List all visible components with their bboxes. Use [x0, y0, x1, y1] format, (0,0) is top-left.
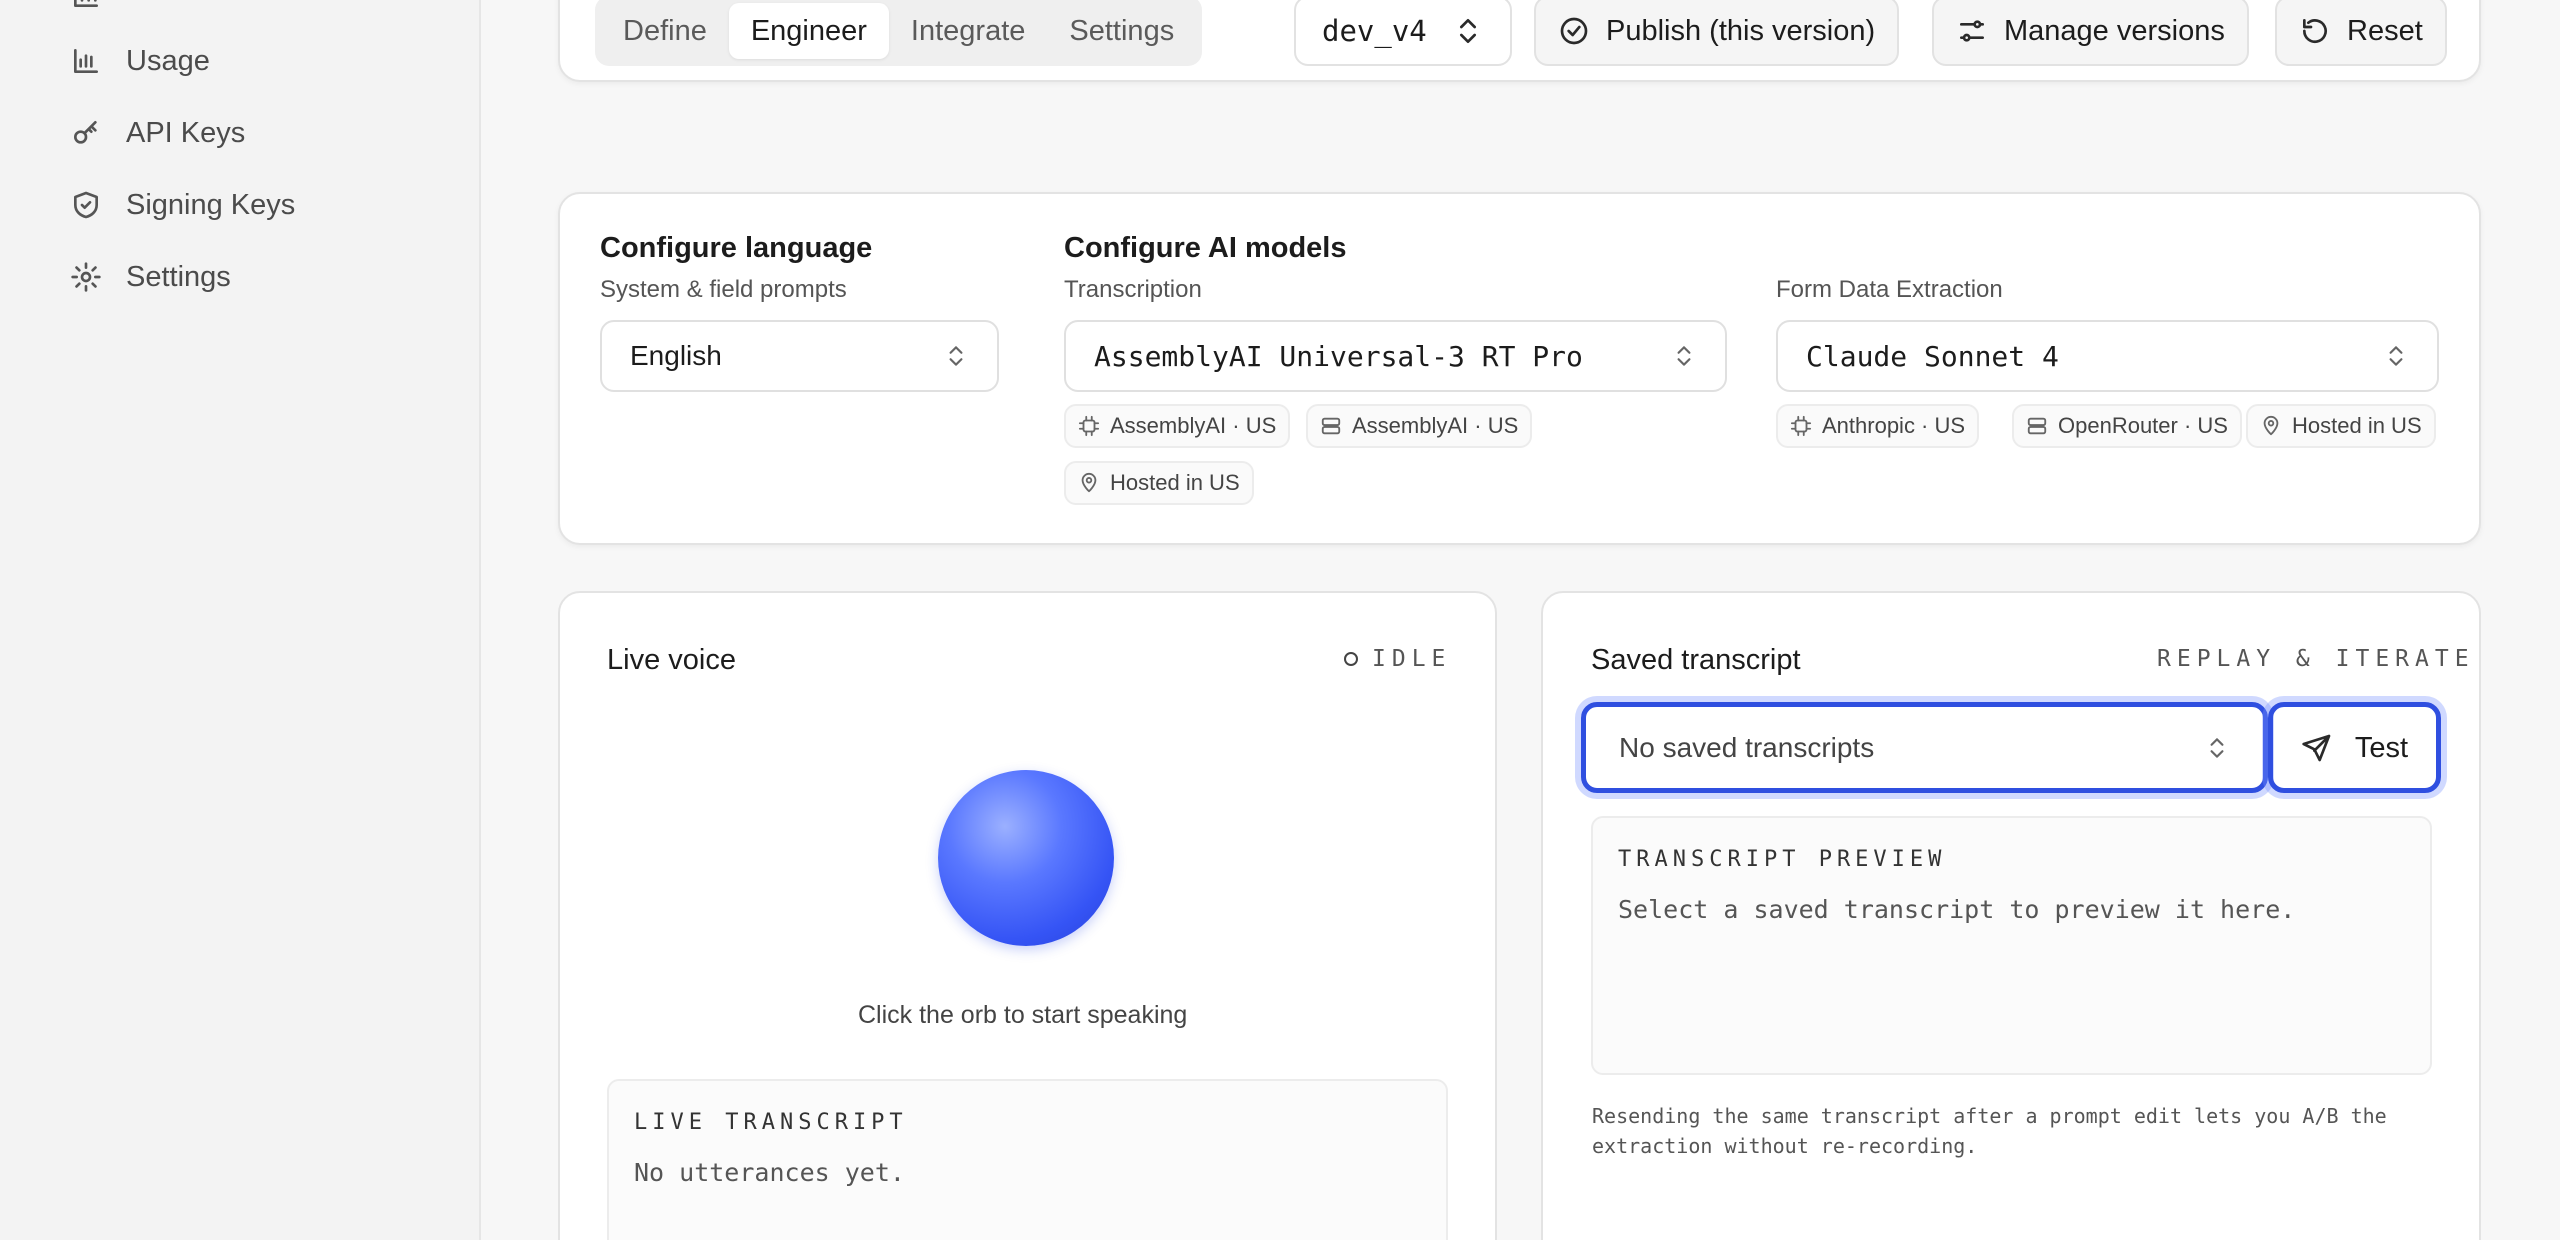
- replay-tag: REPLAY & ITERATE: [2157, 646, 2475, 672]
- status-badge: IDLE: [1344, 646, 1451, 672]
- tab-bar: Define Engineer Integrate Settings: [595, 0, 1203, 66]
- sidebar-item-label: Settings: [126, 260, 231, 293]
- server-icon: [2027, 417, 2047, 435]
- sidebar-item-label: API Keys: [126, 116, 246, 149]
- sidebar-item-signing-keys[interactable]: Signing Keys: [70, 180, 295, 230]
- test-label: Test: [2354, 731, 2409, 764]
- gear-icon: [71, 262, 101, 292]
- extraction-value: Claude Sonnet 4: [1806, 339, 2059, 373]
- chip-hosting: Hosted in US: [2246, 404, 2436, 448]
- chip-icon: [1078, 415, 1100, 437]
- live-transcript-label: LIVE TRANSCRIPT: [634, 1110, 908, 1135]
- saved-transcript-select[interactable]: No saved transcripts: [1591, 712, 2258, 784]
- chip-server: AssemblyAI · US: [1306, 404, 1533, 448]
- language-value: English: [630, 340, 722, 371]
- reset-icon: [2302, 19, 2327, 44]
- sliders-icon: [1960, 20, 1984, 42]
- shield-icon: [74, 191, 98, 219]
- transcript-preview-label: TRANSCRIPT PREVIEW: [1618, 847, 1947, 872]
- sidebar-item-label: Usage: [126, 44, 210, 77]
- voice-orb[interactable]: [938, 770, 1114, 946]
- live-voice-title: Live voice: [607, 644, 736, 676]
- chip-label: Hosted in US: [2292, 413, 2422, 438]
- tab-engineer[interactable]: Engineer: [728, 3, 889, 59]
- chip-label: Anthropic · US: [1822, 413, 1966, 438]
- key-icon: [74, 121, 97, 144]
- chevron-updown-icon: [2389, 346, 2403, 366]
- chip-label: Hosted in US: [1110, 470, 1240, 495]
- config-card: Configure language System & field prompt…: [558, 192, 2481, 545]
- transcription-value: AssemblyAI Universal-3 RT Pro: [1094, 339, 1583, 373]
- saved-transcript-value: No saved transcripts: [1619, 732, 1875, 763]
- sidebar: Usage API Keys Signing Keys Settings: [0, 0, 481, 1240]
- chip-server: OpenRouter · US: [2012, 404, 2242, 448]
- chevron-updown-icon: [1677, 346, 1691, 366]
- sidebar-item-api-keys[interactable]: API Keys: [70, 108, 245, 158]
- manage-versions-label: Manage versions: [2004, 14, 2225, 47]
- version-select[interactable]: dev_v4: [1294, 0, 1512, 66]
- chip-icon: [1790, 415, 1812, 437]
- ab-note: Resending the same transcript after a pr…: [1592, 1104, 2387, 1158]
- sidebar-item-usage[interactable]: Usage: [70, 36, 210, 86]
- live-transcript-text: No utterances yet.: [634, 1158, 905, 1187]
- manage-versions-button[interactable]: Manage versions: [1932, 0, 2249, 66]
- language-select[interactable]: English: [600, 320, 999, 392]
- reset-button[interactable]: Reset: [2275, 0, 2447, 66]
- publish-button[interactable]: Publish (this version): [1534, 0, 1900, 66]
- chip-label: AssemblyAI · US: [1352, 413, 1519, 438]
- transcript-preview-text: Select a saved transcript to preview it …: [1618, 895, 2296, 924]
- test-button[interactable]: Test: [2278, 712, 2431, 784]
- chip-label: OpenRouter · US: [2058, 413, 2228, 438]
- sidebar-item-settings[interactable]: Settings: [70, 252, 231, 302]
- saved-transcript-title: Saved transcript: [1591, 644, 1801, 676]
- map-pin-icon: [1081, 472, 1097, 493]
- send-icon: [2302, 734, 2331, 762]
- orb-caption: Click the orb to start speaking: [858, 1001, 1188, 1029]
- language-subtitle: System & field prompts: [600, 276, 847, 303]
- chip-provider: Anthropic · US: [1776, 404, 1980, 448]
- tab-settings[interactable]: Settings: [1047, 3, 1196, 59]
- chevron-updown-icon: [1460, 19, 1476, 43]
- extraction-select[interactable]: Claude Sonnet 4: [1776, 320, 2439, 392]
- bar-chart-icon: [74, 49, 98, 73]
- sidebar-item-partial[interactable]: [70, 0, 102, 20]
- publish-label: Publish (this version): [1606, 14, 1876, 47]
- tab-define[interactable]: Define: [601, 3, 729, 59]
- chip-label: AssemblyAI · US: [1110, 413, 1277, 438]
- transcription-select[interactable]: AssemblyAI Universal-3 RT Pro: [1064, 320, 1727, 392]
- server-icon: [1321, 417, 1341, 435]
- chip-provider: AssemblyAI · US: [1064, 404, 1291, 448]
- version-value: dev_v4: [1322, 14, 1427, 48]
- chevron-updown-icon: [2210, 738, 2224, 758]
- chevron-updown-icon: [949, 346, 963, 366]
- bar-chart-icon: [74, 0, 98, 7]
- sidebar-item-label: Signing Keys: [126, 188, 296, 221]
- transcription-label: Transcription: [1064, 276, 1202, 303]
- idle-dot-icon: [1344, 652, 1358, 666]
- chip-hosting: Hosted in US: [1064, 461, 1254, 505]
- check-circle-icon: [1560, 17, 1588, 45]
- tab-integrate[interactable]: Integrate: [889, 3, 1047, 59]
- extraction-label: Form Data Extraction: [1776, 276, 2003, 303]
- map-pin-icon: [2263, 415, 2279, 436]
- language-title: Configure language: [600, 232, 873, 264]
- toolbar: Define Engineer Integrate Settings dev_v…: [558, 0, 2481, 82]
- status-text: IDLE: [1372, 646, 1452, 672]
- models-title: Configure AI models: [1064, 232, 1347, 264]
- reset-label: Reset: [2347, 14, 2423, 47]
